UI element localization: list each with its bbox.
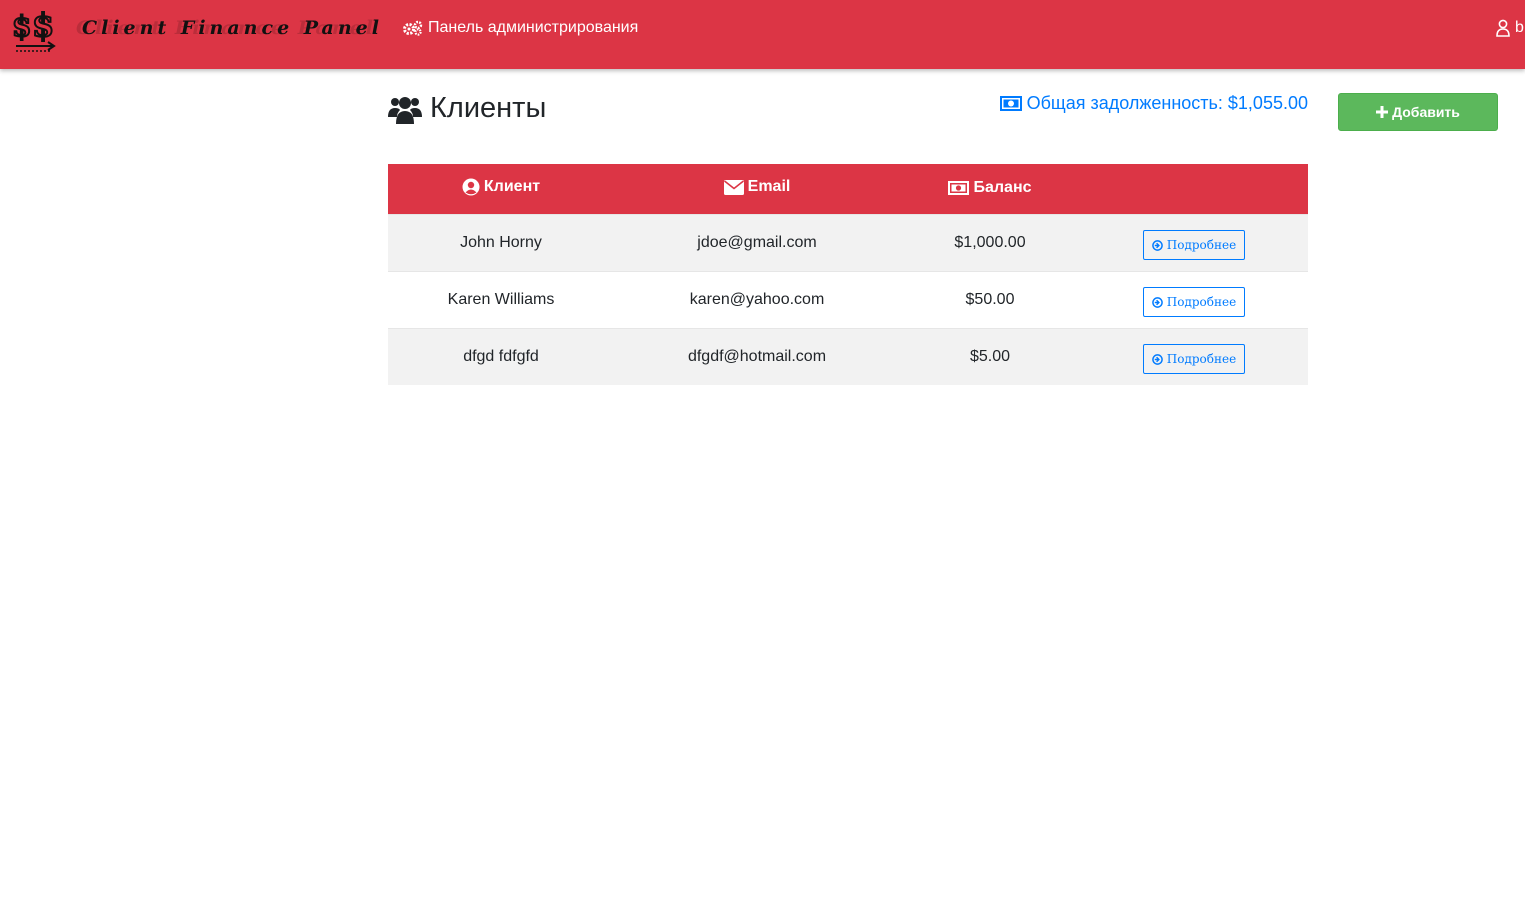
- users-icon: [388, 96, 422, 124]
- clients-table: Клиент Email Баланс John Horny jdoe@gmai…: [388, 164, 1308, 385]
- user-circle-icon: [462, 178, 480, 195]
- header-client[interactable]: Клиент: [388, 164, 614, 215]
- details-button-label: Подробнее: [1166, 238, 1237, 252]
- client-name-cell: Karen Williams: [388, 271, 614, 329]
- header-actions: [1080, 164, 1308, 215]
- client-email-cell: jdoe@gmail.com: [614, 214, 900, 272]
- gears-icon: [403, 20, 423, 36]
- table-row: John Horny jdoe@gmail.com $1,000.00 Подр…: [388, 214, 1308, 272]
- header-email[interactable]: Email: [614, 164, 900, 215]
- client-balance-cell: $5.00: [900, 328, 1080, 385]
- user-icon: [1496, 19, 1510, 37]
- arrow-circle-right-icon: [1151, 239, 1163, 251]
- add-button-label: Добавить: [1392, 104, 1460, 120]
- envelope-icon: [723, 179, 744, 195]
- details-button-label: Подробнее: [1166, 352, 1237, 366]
- dollar-logo-icon: $ $: [12, 6, 56, 52]
- table-row: Karen Williams karen@yahoo.com $50.00 По…: [388, 271, 1308, 329]
- header-email-label: Email: [747, 178, 791, 196]
- svg-text:$: $: [12, 10, 31, 43]
- page-title-text: Клиенты: [430, 92, 547, 124]
- client-action-cell: Подробнее: [1080, 214, 1308, 272]
- brand-title[interactable]: Client Finance Panel: [82, 17, 383, 39]
- top-navbar: $ $ Client Finance Panel Панель админист…: [0, 0, 1525, 69]
- money-bill-icon: [948, 180, 970, 195]
- user-menu-link[interactable]: b: [1495, 19, 1524, 37]
- client-balance-cell: $1,000.00: [900, 214, 1080, 272]
- table-row: dfgd fdfgfd dfgdf@hotmail.com $5.00 Подр…: [388, 328, 1308, 385]
- svg-text:$: $: [32, 6, 54, 44]
- arrow-circle-right-icon: [1151, 296, 1163, 308]
- total-debt-text: Общая задолженность: $1,055.00: [1026, 93, 1308, 113]
- client-action-cell: Подробнее: [1080, 328, 1308, 385]
- page-title: Клиенты: [388, 92, 546, 125]
- table-header-row: Клиент Email Баланс: [388, 164, 1308, 215]
- details-button[interactable]: Подробнее: [1142, 287, 1246, 317]
- client-name-cell: John Horny: [388, 214, 614, 272]
- client-balance-cell: $50.00: [900, 271, 1080, 329]
- client-name-cell: dfgd fdfgfd: [388, 328, 614, 385]
- admin-panel-link[interactable]: Панель администрирования: [402, 19, 638, 37]
- details-button[interactable]: Подробнее: [1142, 344, 1246, 374]
- arrow-circle-right-icon: [1151, 353, 1163, 365]
- client-email-cell: dfgdf@hotmail.com: [614, 328, 900, 385]
- client-action-cell: Подробнее: [1080, 271, 1308, 329]
- money-bill-icon: [999, 96, 1022, 111]
- header-balance[interactable]: Баланс: [900, 164, 1080, 215]
- admin-panel-label: Панель администрирования: [428, 19, 639, 36]
- header-client-label: Клиент: [483, 177, 541, 195]
- add-client-button[interactable]: Добавить: [1338, 93, 1498, 131]
- details-button-label: Подробнее: [1166, 295, 1237, 309]
- details-button[interactable]: Подробнее: [1142, 230, 1246, 260]
- plus-icon: [1376, 106, 1389, 118]
- total-debt: Общая задолженность: $1,055.00: [999, 93, 1308, 114]
- client-email-cell: karen@yahoo.com: [614, 271, 900, 329]
- header-balance-label: Баланс: [973, 178, 1032, 196]
- user-label: b: [1515, 19, 1524, 36]
